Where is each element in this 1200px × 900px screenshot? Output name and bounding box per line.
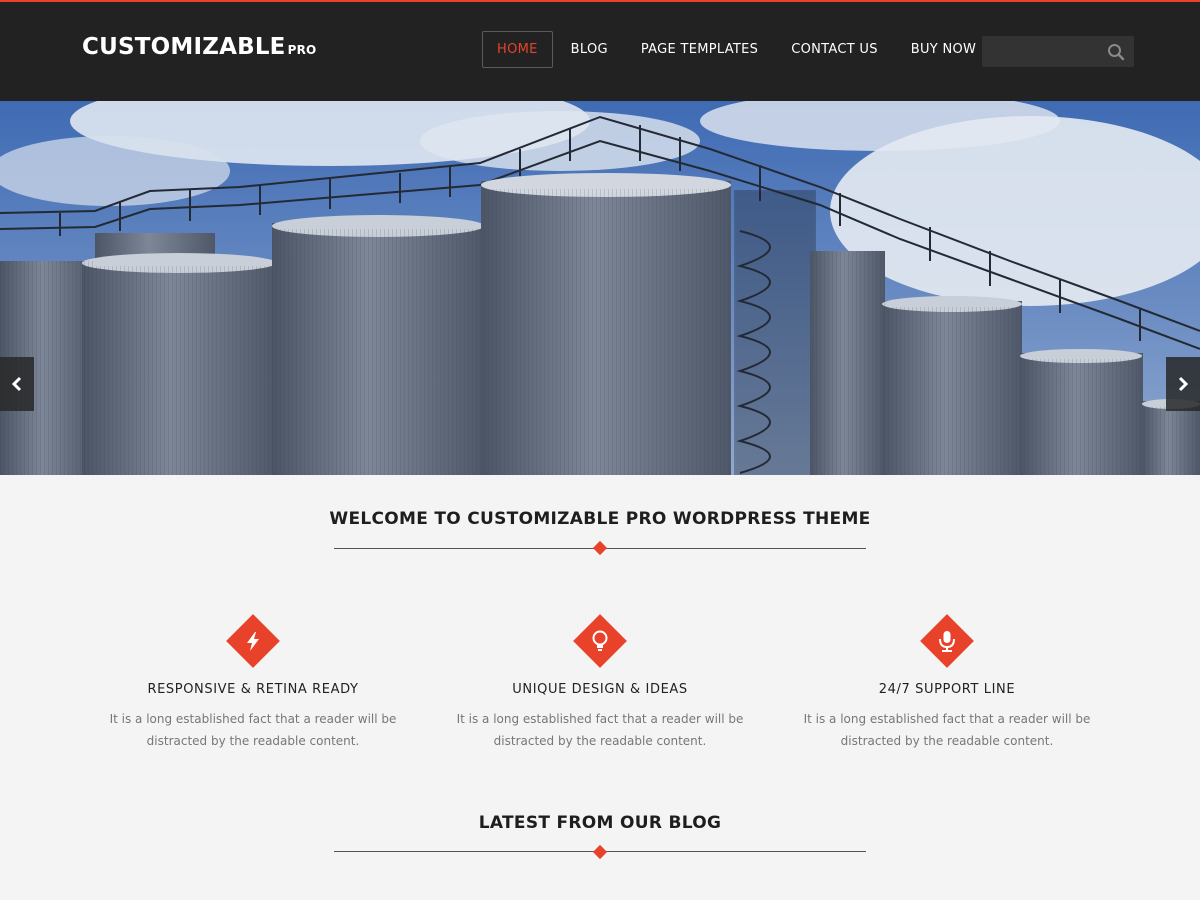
feature-description-line: distracted by the readable content. <box>840 734 1054 748</box>
feature-title: 24/7 SUPPORT LINE <box>878 682 1016 697</box>
search-icon[interactable] <box>1107 43 1125 61</box>
nav-item-page-templates[interactable]: PAGE TEMPLATES <box>626 31 773 68</box>
logo-text: CUSTOMIZABLE <box>82 34 286 60</box>
hero-image <box>0 101 1200 475</box>
feature-description: It is a long established fact that a rea… <box>103 708 403 752</box>
site-logo[interactable]: CUSTOMIZABLE PRO <box>82 34 316 60</box>
nav-item-home[interactable]: HOME <box>482 31 553 68</box>
blog-section-title: LATEST FROM OUR BLOG <box>478 813 722 833</box>
nav-item-buy-now[interactable]: BUY NOW <box>896 31 991 68</box>
feature-description-line: It is a long established fact that a rea… <box>456 712 744 726</box>
feature-description-line: distracted by the readable content. <box>146 734 360 748</box>
nav-item-contact-us[interactable]: CONTACT US <box>776 31 893 68</box>
welcome-divider-diamond <box>592 540 608 556</box>
chevron-left-icon <box>11 376 22 392</box>
microphone-icon <box>920 614 974 668</box>
chevron-right-icon <box>1178 376 1189 392</box>
feature-description-line: distracted by the readable content. <box>493 734 707 748</box>
logo-suffix: PRO <box>287 43 317 57</box>
site-header: CUSTOMIZABLE PRO HOME BLOG PAGE TEMPLATES… <box>0 2 1200 101</box>
lightning-icon <box>226 614 280 668</box>
nav-item-blog[interactable]: BLOG <box>556 31 623 68</box>
feature-description: It is a long established fact that a rea… <box>797 708 1097 752</box>
welcome-title: WELCOME TO CUSTOMIZABLE PRO WORDPRESS TH… <box>329 509 871 529</box>
feature-description: It is a long established fact that a rea… <box>450 708 750 752</box>
search-input[interactable] <box>982 36 1100 67</box>
search-box <box>982 36 1134 67</box>
hero-slider <box>0 101 1200 475</box>
lightbulb-icon <box>573 614 627 668</box>
feature-description-line: It is a long established fact that a rea… <box>803 712 1091 726</box>
slider-next-button[interactable] <box>1166 357 1200 411</box>
feature-title: UNIQUE DESIGN & IDEAS <box>512 682 688 697</box>
blog-divider-diamond <box>592 844 608 860</box>
main-navigation: HOME BLOG PAGE TEMPLATES CONTACT US BUY … <box>482 31 994 68</box>
slider-prev-button[interactable] <box>0 357 34 411</box>
feature-description-line: It is a long established fact that a rea… <box>109 712 397 726</box>
feature-title: RESPONSIVE & RETINA READY <box>147 682 359 697</box>
